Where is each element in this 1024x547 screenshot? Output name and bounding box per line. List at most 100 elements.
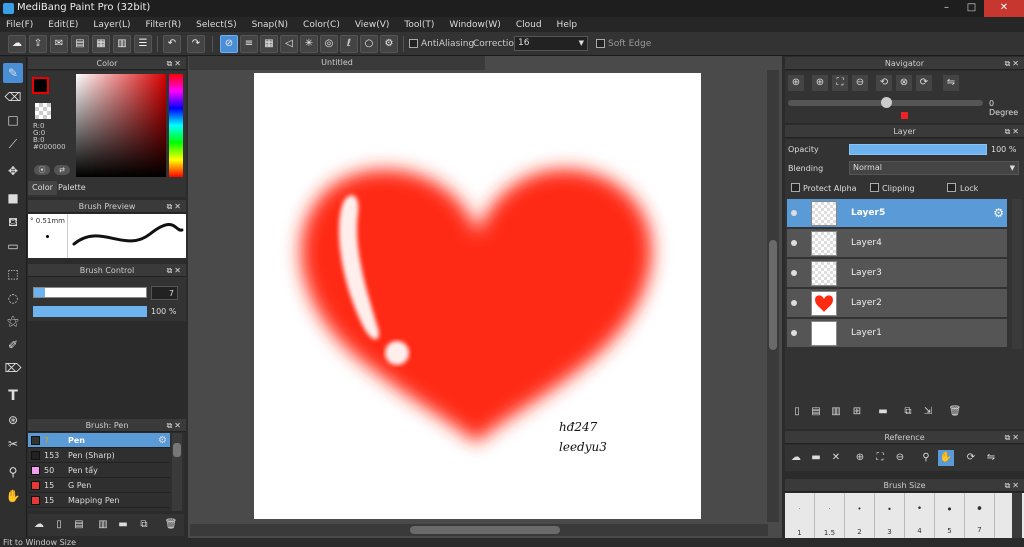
add-brush-icon[interactable]: ▤: [71, 517, 87, 533]
select-eraser-icon[interactable]: ⌦: [3, 358, 23, 378]
brush-list-scrollbar[interactable]: [172, 433, 182, 511]
select-rect-icon[interactable]: ⬚: [3, 264, 23, 284]
layer-list-scrollbar[interactable]: [1012, 199, 1022, 349]
cloud-icon[interactable]: ☁: [8, 35, 26, 53]
reference-cloud-icon[interactable]: ☁: [788, 450, 804, 466]
foreground-color-swatch[interactable]: [32, 77, 49, 94]
new-bitmap-layer-icon[interactable]: ▥: [828, 404, 844, 420]
tab-palette[interactable]: Palette: [54, 181, 90, 195]
lock-checkbox[interactable]: [947, 183, 956, 192]
visibility-eye-icon[interactable]: [791, 300, 797, 306]
brush-opacity-slider[interactable]: [33, 306, 147, 317]
layer-opacity-slider[interactable]: [849, 144, 987, 155]
brush-item-mapping-pen[interactable]: 15 Mapping Pen: [28, 493, 170, 508]
upload-icon[interactable]: ⇪: [29, 35, 47, 53]
menu-color[interactable]: Color(C): [303, 20, 340, 30]
brush-item-pen-tay[interactable]: 50 Pen tẩy: [28, 463, 170, 478]
menu-select[interactable]: Select(S): [196, 20, 237, 30]
reference-open-icon[interactable]: ▬: [808, 450, 824, 466]
reference-hand-icon[interactable]: ✋: [938, 450, 954, 466]
layer-row-layer5[interactable]: Layer5 ⚙: [787, 199, 1007, 228]
reference-flip-icon[interactable]: ⇋: [983, 450, 999, 466]
add-layer-dropdown-icon[interactable]: ⊞: [849, 404, 865, 420]
duplicate-layer-icon[interactable]: ⧉: [900, 404, 916, 420]
reference-rotate-icon[interactable]: ⟳: [963, 450, 979, 466]
fill-rect-tool-icon[interactable]: ■: [3, 188, 23, 208]
tab-color[interactable]: Color: [28, 181, 57, 195]
text-tool-icon[interactable]: T: [3, 386, 23, 406]
layer-row-layer2[interactable]: Layer2: [787, 289, 1007, 318]
transparent-color-swatch[interactable]: [35, 103, 51, 119]
page-icon[interactable]: ▦: [92, 35, 110, 53]
visibility-eye-icon[interactable]: [791, 240, 797, 246]
rotate-right-icon[interactable]: ⟳: [916, 75, 932, 91]
merge-layer-icon[interactable]: ⇲: [920, 404, 936, 420]
zoom-in-icon[interactable]: ⊕: [812, 75, 828, 91]
menu-layer[interactable]: Layer(L): [93, 20, 130, 30]
menu-file[interactable]: File(F): [6, 20, 33, 30]
brush-size-cell[interactable]: · 1: [785, 493, 815, 538]
brush-size-slider[interactable]: [33, 287, 147, 298]
canvas-horizontal-scrollbar[interactable]: [190, 524, 768, 536]
eraser-tool-icon[interactable]: ⌫: [3, 87, 23, 107]
reference-close-icon[interactable]: ✕: [828, 450, 844, 466]
divide-tool-icon[interactable]: ✂: [3, 434, 23, 454]
menu-cloud[interactable]: Cloud: [516, 20, 542, 30]
brush-size-cell[interactable]: • 3: [875, 493, 905, 538]
brush-folder-icon[interactable]: ▬: [115, 517, 131, 533]
rotation-slider[interactable]: [788, 97, 983, 108]
menu-help[interactable]: Help: [557, 20, 578, 30]
drawing-canvas[interactable]: hđ247 leedyu3: [254, 73, 701, 519]
lasso-tool-icon[interactable]: ◌: [3, 288, 23, 308]
snap-circle-icon[interactable]: ◎: [320, 35, 338, 53]
minimize-button[interactable]: –: [934, 0, 959, 17]
soft-edge-checkbox[interactable]: [596, 39, 605, 48]
new-halftone-layer-icon[interactable]: ▤: [808, 404, 824, 420]
layout-icon[interactable]: ▥: [113, 35, 131, 53]
zoom-in-small-icon[interactable]: ⊕: [788, 75, 804, 91]
menu-edit[interactable]: Edit(E): [48, 20, 78, 30]
layer-row-layer1[interactable]: Layer1: [787, 319, 1007, 348]
flip-icon[interactable]: ⇋: [943, 75, 959, 91]
new-brush-icon[interactable]: ▯: [51, 517, 67, 533]
list-icon[interactable]: ☰: [134, 35, 152, 53]
fit-window-icon[interactable]: ⛶: [832, 75, 848, 91]
reference-fit-icon[interactable]: ⛶: [872, 450, 888, 466]
hue-slider[interactable]: [169, 74, 183, 177]
close-button[interactable]: ✕: [984, 0, 1024, 17]
brush-size-field[interactable]: 7: [151, 286, 178, 300]
document-icon[interactable]: ▤: [71, 35, 89, 53]
navigator-view-marker[interactable]: [901, 112, 908, 119]
reference-picker-icon[interactable]: ⚲: [918, 450, 934, 466]
new-layer-icon[interactable]: ▯: [789, 404, 805, 420]
rectangle-tool-icon[interactable]: □: [3, 110, 23, 130]
bucket-tool-icon[interactable]: ⛾: [3, 212, 23, 232]
snap-off-icon[interactable]: ⊘: [220, 35, 238, 53]
clipping-checkbox[interactable]: [870, 183, 879, 192]
reference-zoom-out-icon[interactable]: ⊖: [892, 450, 908, 466]
brush-size-cell[interactable]: • 7: [965, 493, 995, 538]
color-picker-icon[interactable]: ⦿: [34, 165, 50, 175]
maximize-button[interactable]: □: [959, 0, 984, 17]
snap-ellipse-icon[interactable]: ○: [360, 35, 378, 53]
reference-zoom-in-icon[interactable]: ⊕: [852, 450, 868, 466]
visibility-eye-icon[interactable]: [791, 210, 797, 216]
layer-settings-gear-icon[interactable]: ⚙: [993, 206, 1004, 220]
gradient-tool-icon[interactable]: ▭: [3, 236, 23, 256]
saturation-value-picker[interactable]: [76, 74, 166, 177]
protect-alpha-checkbox[interactable]: [791, 183, 800, 192]
visibility-eye-icon[interactable]: [791, 270, 797, 276]
eyedropper-icon[interactable]: ⚲: [3, 462, 23, 482]
menu-view[interactable]: View(V): [355, 20, 390, 30]
brush-item-pen[interactable]: 7 Pen ⚙: [28, 433, 170, 448]
document-tab[interactable]: Untitled: [189, 56, 485, 70]
layer-folder-icon[interactable]: ▬: [875, 404, 891, 420]
select-pen-icon[interactable]: ✐: [3, 335, 23, 355]
menu-tool[interactable]: Tool(T): [404, 20, 434, 30]
menu-filter[interactable]: Filter(R): [146, 20, 182, 30]
reset-rotation-icon[interactable]: ⊗: [896, 75, 912, 91]
blending-select[interactable]: Normal ▼: [849, 161, 1019, 175]
snap-grid-icon[interactable]: ▦: [260, 35, 278, 53]
color-swap-icon[interactable]: ⇄: [54, 165, 70, 175]
brush-size-cell[interactable]: · 1.5: [815, 493, 845, 538]
